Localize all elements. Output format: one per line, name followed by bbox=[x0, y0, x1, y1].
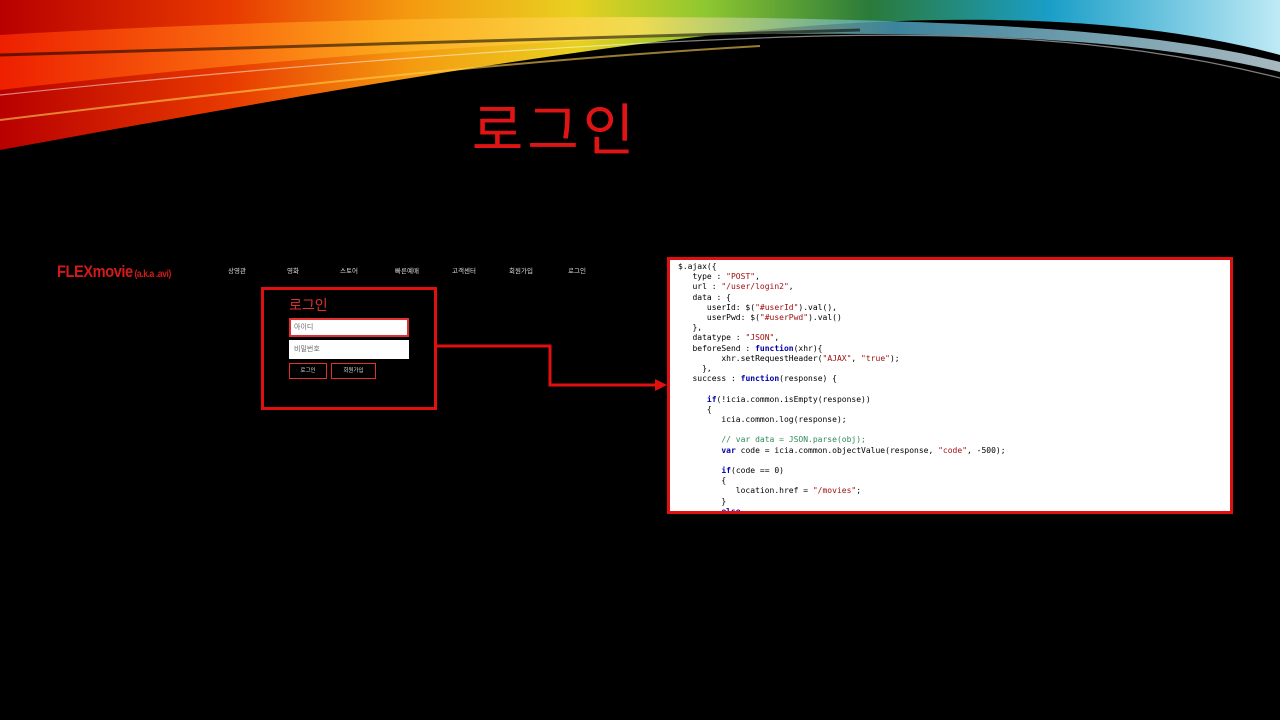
brand-name: FLEXmovie bbox=[57, 262, 133, 281]
nav-quick-booking[interactable]: 빠른예매 bbox=[395, 265, 419, 275]
signup-button[interactable]: 회원가입 bbox=[331, 363, 376, 379]
nav-store[interactable]: 스토어 bbox=[340, 265, 358, 275]
login-button[interactable]: 로그인 bbox=[289, 363, 327, 379]
nav-customer-center[interactable]: 고객센터 bbox=[452, 265, 476, 275]
nav-movies[interactable]: 영화 bbox=[287, 265, 299, 275]
login-form-title: 로그인 bbox=[289, 298, 328, 314]
user-password-input[interactable]: 비밀번호 bbox=[289, 340, 409, 359]
ajax-code: $.ajax({ type : "POST", url : "/user/log… bbox=[678, 262, 1006, 514]
nav-theater[interactable]: 상영관 bbox=[228, 265, 246, 275]
user-id-input[interactable]: 아이디 bbox=[289, 318, 409, 337]
login-form-highlight: 로그인 아이디 비밀번호 로그인 회원가입 bbox=[261, 287, 437, 410]
nav-signup[interactable]: 회원가입 bbox=[509, 265, 533, 275]
site-logo[interactable]: FLEXmovie (a.k.a .avi) bbox=[57, 262, 171, 282]
slide-title: 로그인 bbox=[471, 99, 639, 164]
code-snippet-panel: $.ajax({ type : "POST", url : "/user/log… bbox=[667, 257, 1233, 514]
nav-login[interactable]: 로그인 bbox=[568, 265, 586, 275]
brand-sub: (a.k.a .avi) bbox=[134, 269, 171, 280]
